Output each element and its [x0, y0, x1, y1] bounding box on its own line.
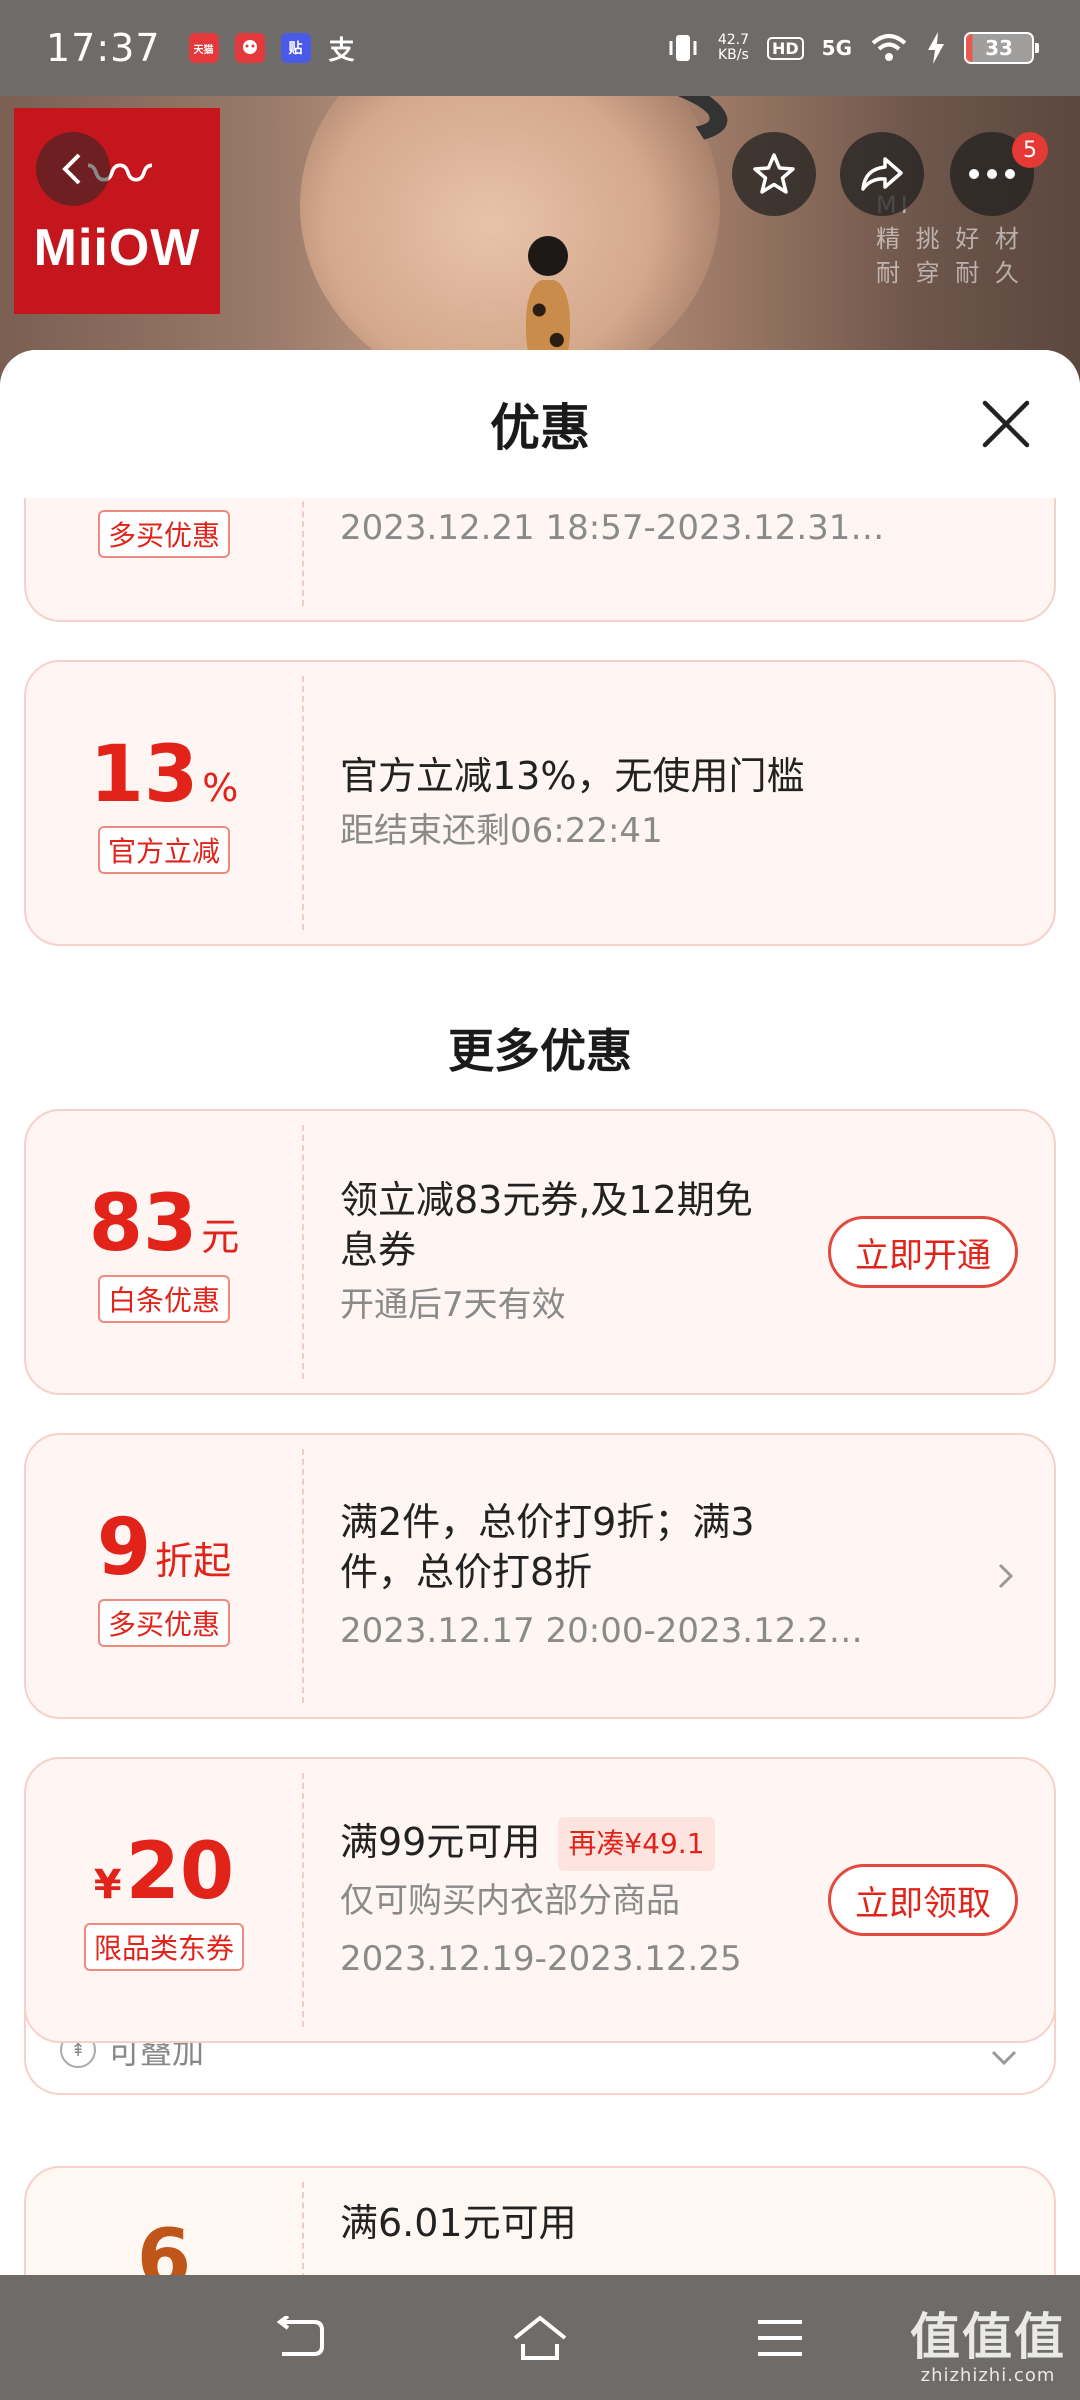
coupon-card[interactable]: 9 折起 多买优惠 满2件，总价打9折；满3 件，总价打8折 2023.12.17 … [24, 1433, 1056, 1719]
coupon-date: 2023.12.19-2023.12.25 [340, 1939, 742, 1980]
charging-icon [928, 32, 944, 64]
tieba-icon: 贴 [280, 33, 311, 63]
claim-button[interactable]: 立即领取 [828, 1864, 1018, 1936]
coupon-card[interactable]: ¥20 限品类东券 满99元可用 再凑¥49.1 仅可购买内衣部分商品 2023.… [24, 1757, 1056, 2043]
coupon-description: 满2件，总价打9折；满3 件，总价打8折 [340, 1500, 755, 1594]
wifi-icon [871, 34, 907, 61]
coupon-validity: 开通后7天有效 [340, 1285, 566, 1325]
vibrate-icon [669, 35, 697, 61]
coupon-date: 2023.12.21 18:57-2023.12.31… [340, 508, 885, 548]
alipay-icon: 支 [328, 35, 355, 66]
coupon-amount: ¥20 [93, 1827, 235, 1917]
coupon-countdown: 距结束还剩06:22:41 [340, 811, 663, 851]
star-icon [753, 153, 795, 194]
jd-icon [234, 33, 265, 63]
coupon-amount: 13% [89, 730, 239, 820]
coupon-description: 满99元可用 再凑¥49.1 [340, 1817, 794, 1872]
watermark: 值值值 zhizhizhi.com [910, 2308, 1066, 2386]
sheet-header-overlay: 优惠 [0, 350, 1080, 498]
tmall-icon: 天猫 [188, 33, 219, 63]
net-speed: 42.7 KB/s [717, 32, 749, 63]
add-more-tag: 再凑¥49.1 [558, 1817, 715, 1872]
coupon-tag: 限品类东券 [83, 1923, 244, 1971]
coupon-description: 官方立减13%，无使用门槛 [340, 754, 805, 798]
chevron-left-icon [62, 153, 81, 185]
coupon-scope: 仅可购买内衣部分商品 [340, 1881, 680, 1922]
activate-button[interactable]: 立即开通 [828, 1216, 1018, 1288]
coupon-amount: 9 折起 [96, 1503, 232, 1593]
coupon-date: 2023.12.17 20:00-2023.12.2… [340, 1611, 863, 1651]
battery-indicator: 33 [964, 32, 1039, 64]
coupon-tag: 多买优惠 [97, 1599, 230, 1647]
home-icon [513, 2314, 567, 2360]
share-icon [861, 157, 903, 191]
brand-logo: 〰 MiiOW [14, 108, 220, 314]
back-arrow-icon [276, 2315, 324, 2356]
back-button[interactable] [36, 132, 110, 206]
coupon-tag: 官方立减 [97, 826, 230, 874]
nav-home-button[interactable] [510, 2308, 570, 2368]
nav-menu-button[interactable] [750, 2308, 810, 2368]
chevron-down-icon[interactable] [990, 2049, 1018, 2067]
chevron-right-icon[interactable] [996, 1561, 1016, 1591]
status-time: 17:37 [46, 26, 161, 70]
coupon-amount: 6 [136, 2214, 192, 2275]
favorite-button[interactable] [732, 132, 816, 216]
close-icon[interactable] [980, 398, 1032, 450]
coupon-card[interactable]: 13% 官方立减 官方立减13%，无使用门槛 距结束还剩06:22:41 [24, 660, 1056, 946]
menu-icon [758, 2319, 802, 2356]
hd-badge: HD [766, 36, 804, 60]
nav-back-button[interactable] [270, 2308, 330, 2368]
coupon-tag: 多买优惠 [97, 510, 230, 558]
section-title-more: 更多优惠 [448, 1024, 632, 1078]
coupon-card[interactable]: 6 满6.01元可用 [24, 2166, 1056, 2275]
system-nav-bar: 值值值 zhizhizhi.com [0, 2275, 1080, 2400]
discount-sheet: 优惠 多买优惠 2023.12.21 18:57-2023.12.31… 优惠 … [0, 350, 1080, 2275]
notification-badge: 5 [1012, 132, 1048, 168]
more-dots-icon [969, 169, 1015, 179]
coupon-card[interactable]: 83 元 白条优惠 领立减83元券,及12期免 息券 开通后7天有效 立即开通 [24, 1109, 1056, 1395]
coupon-description: 领立减83元券,及12期免 息券 [340, 1178, 753, 1272]
status-bar: 17:37 天猫 贴 支 42.7 KB/s HD 5G 33 [0, 0, 1080, 96]
coupon-amount: 83 元 [88, 1179, 240, 1269]
coupon-description: 满6.01元可用 [340, 2201, 577, 2245]
coupon-tag: 白条优惠 [97, 1275, 230, 1323]
sheet-title: 优惠 [490, 399, 590, 457]
share-button[interactable] [840, 132, 924, 216]
network-type: 5G [821, 36, 852, 60]
